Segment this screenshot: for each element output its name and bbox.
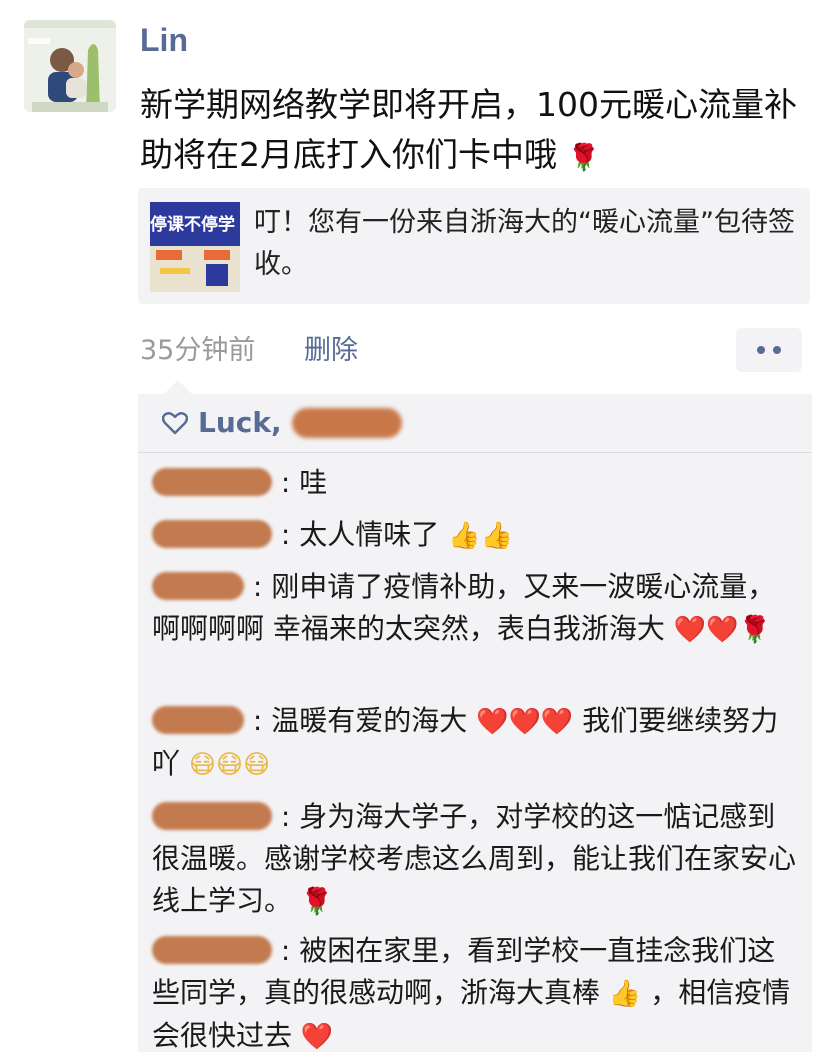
thumbs-up-icon: 👍👍 [448,521,513,551]
redacted-commenter-name [152,936,272,964]
rose-icon: 🌹 [300,887,334,917]
heart-icon: ❤️ [300,1022,334,1052]
link-thumbnail-title: 停课不停学 [150,215,235,235]
likes-divider [138,452,812,453]
redacted-commenter-name [152,468,272,496]
likes-names[interactable]: Luck, [198,406,282,439]
redacted-name [291,407,402,438]
comment-item[interactable]: : 被困在家里，看到学校一直挂念我们这些同学，真的很感动啊，浙海大真棒 👍 ，相… [152,930,800,1058]
post-timestamp: 35分钟前 [140,335,256,366]
comment-item[interactable]: : 温暖有爱的海大 ❤️❤️❤️ 我们要继续努力吖 😷😷😷 [152,700,800,786]
avatar[interactable] [24,20,116,112]
comment-item[interactable]: : 太人情味了 👍👍 [152,514,800,557]
mask-face-icon: 😷😷😷 [188,750,271,780]
post-text: 新学期网络教学即将开启，100元暖心流量补助将在2月底打入你们卡中哦 🌹 [140,80,800,183]
rose-icon: 🌹 [567,143,600,173]
comment-text: : 哇 [280,466,328,499]
redacted-commenter-name [152,572,244,600]
link-card-text: 叮！您有一份来自浙海大的“暖心流量”包待签收。 [254,207,795,280]
redacted-commenter-name [152,802,272,830]
post-meta-row: 35分钟前 删除 [140,328,358,367]
heart-outline-icon [162,411,188,434]
redacted-commenter-name [152,706,244,734]
heart-rose-icons: ❤️❤️🌹 [673,615,771,645]
comment-item[interactable]: : 哇 [152,462,800,504]
heart-icon: ❤️❤️❤️ [476,707,574,737]
dot-icon [757,346,765,354]
likes-comments-panel: Luck, : 哇 : 太人情味了 👍👍 : 刚申请了疫情补助，又来一波暖心流量… [138,380,812,1052]
more-actions-button[interactable] [736,328,802,372]
likes-row: Luck, [162,406,402,439]
delete-button[interactable]: 删除 [304,335,358,366]
shared-link-card[interactable]: 停课不停学 叮！您有一份来自浙海大的“暖心流量”包待签收。 [138,188,810,304]
comment-text: : 太人情味了 [280,518,440,551]
comment-text: : 温暖有爱的海大 [252,704,468,737]
redacted-commenter-name [152,520,272,548]
avatar-image [24,20,116,112]
comment-item[interactable]: : 刚申请了疫情补助，又来一波暖心流量，啊啊啊啊 幸福来的太突然，表白我浙海大 … [152,566,800,651]
link-thumbnail: 停课不停学 [150,202,240,292]
username[interactable]: Lin [140,22,188,59]
post-text-body: 新学期网络教学即将开启，100元暖心流量补助将在2月底打入你们卡中哦 [140,85,797,174]
comment-item[interactable]: : 身为海大学子，对学校的这一惦记感到很温暖。感谢学校考虑这么周到，能让我们在家… [152,796,800,923]
thumbs-up-icon: 👍 [608,979,642,1009]
dot-icon [773,346,781,354]
